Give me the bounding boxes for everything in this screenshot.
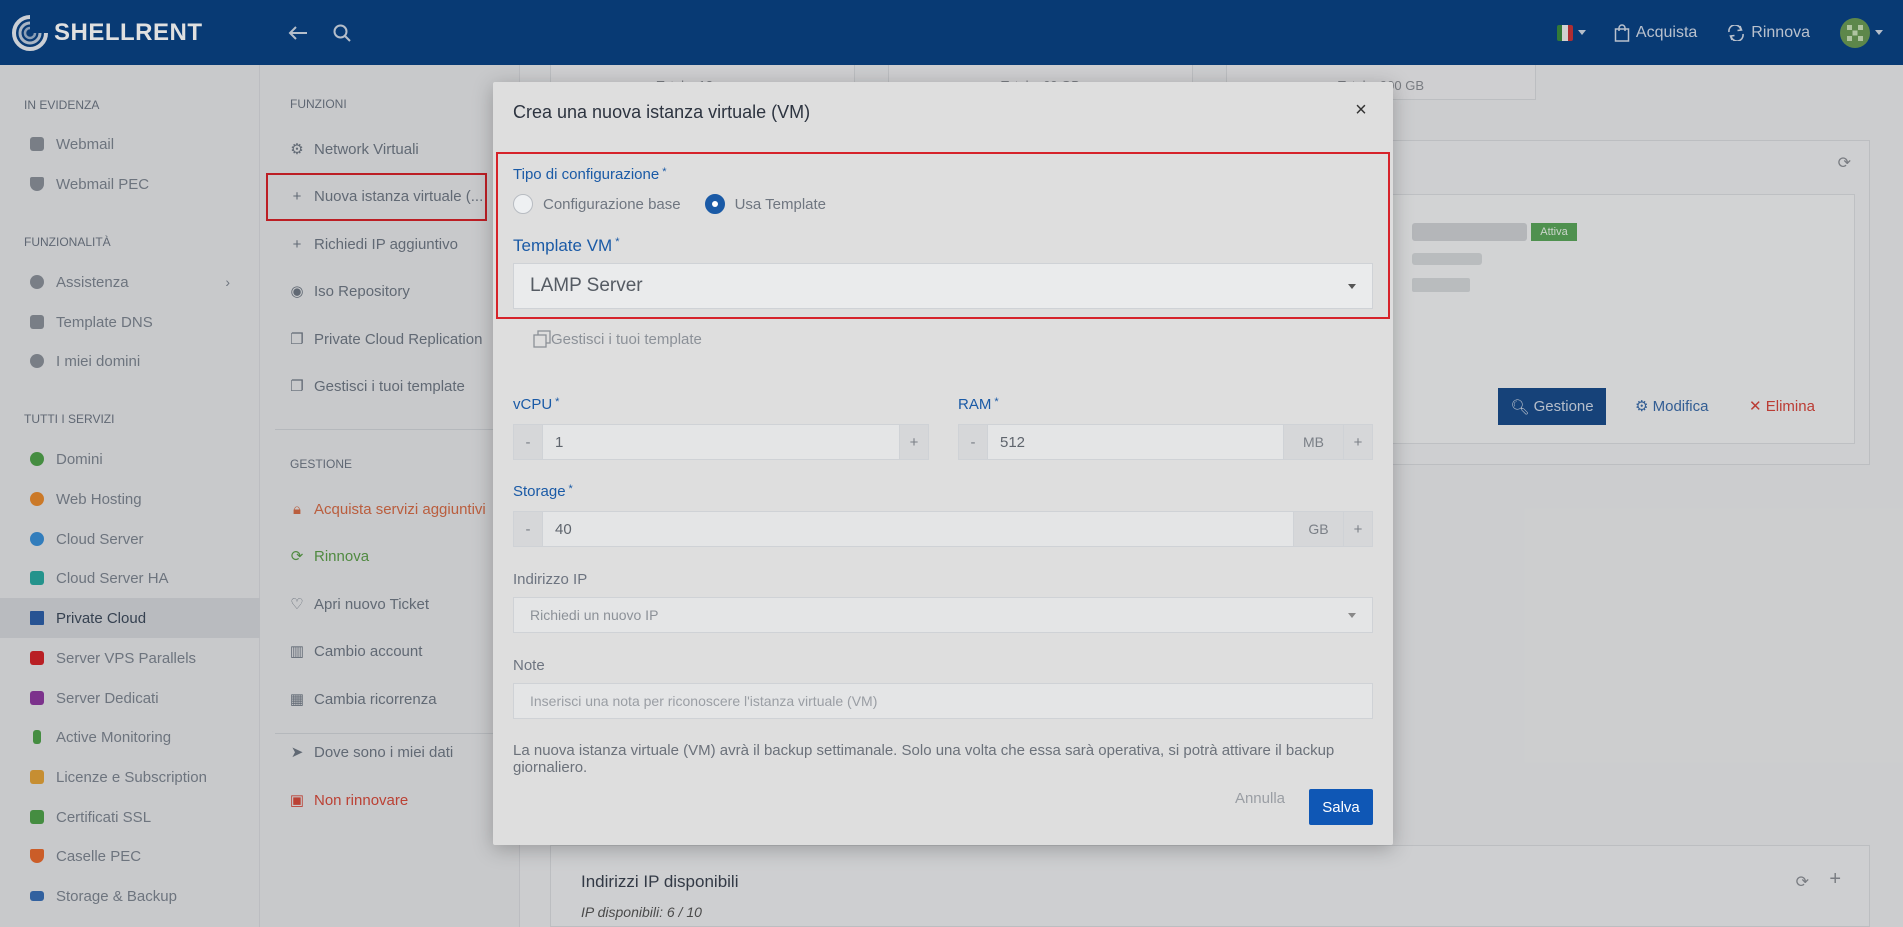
vcpu-input[interactable]: 1	[542, 425, 900, 459]
note-input[interactable]: Inserisci una nota per riconoscere l'ist…	[513, 683, 1373, 719]
storage-label: Storage *	[513, 483, 573, 500]
ram-unit: MB	[1284, 425, 1344, 459]
config-type-options: Configurazione base Usa Template	[513, 194, 850, 214]
ram-increment-button[interactable]: +	[1344, 425, 1372, 459]
ip-address-label: Indirizzo IP	[513, 571, 588, 588]
modal-title: Crea una nuova istanza virtuale (VM)	[513, 102, 811, 122]
storage-stepper: - 40 GB +	[513, 511, 1373, 547]
ram-stepper: - 512 MB +	[958, 424, 1373, 460]
storage-input[interactable]: 40	[542, 512, 1294, 546]
radio-config-base-label[interactable]: Configurazione base	[543, 196, 681, 213]
manage-templates-link[interactable]: Gestisci i tuoi template	[533, 330, 702, 348]
radio-use-template[interactable]	[704, 194, 725, 214]
radio-use-template-label[interactable]: Usa Template	[735, 196, 826, 213]
storage-unit: GB	[1294, 512, 1344, 546]
template-vm-label: Template VM *	[513, 236, 620, 255]
close-icon[interactable]: ×	[1349, 98, 1373, 122]
radio-config-base[interactable]	[513, 194, 533, 214]
ram-decrement-button[interactable]: -	[959, 425, 987, 459]
vcpu-increment-button[interactable]: +	[900, 425, 928, 459]
chevron-down-icon	[1348, 613, 1356, 618]
cancel-button[interactable]: Annulla	[1235, 790, 1285, 807]
create-vm-modal: Crea una nuova istanza virtuale (VM) × T…	[493, 82, 1393, 845]
storage-decrement-button[interactable]: -	[514, 512, 542, 546]
copy-icon	[533, 330, 551, 348]
vcpu-stepper: - 1 +	[513, 424, 929, 460]
note-label: Note	[513, 657, 545, 674]
save-button[interactable]: Salva	[1309, 789, 1373, 825]
config-type-label: Tipo di configurazione *	[513, 166, 667, 183]
vcpu-decrement-button[interactable]: -	[514, 425, 542, 459]
ram-input[interactable]: 512	[987, 425, 1284, 459]
ip-address-select[interactable]: Richiedi un nuovo IP	[513, 597, 1373, 633]
vcpu-label: vCPU *	[513, 396, 560, 413]
storage-increment-button[interactable]: +	[1344, 512, 1372, 546]
chevron-down-icon	[1348, 284, 1356, 289]
ram-label: RAM *	[958, 396, 999, 413]
template-vm-select[interactable]: LAMP Server	[513, 263, 1373, 309]
backup-info-text: La nuova istanza virtuale (VM) avrà il b…	[513, 742, 1335, 776]
